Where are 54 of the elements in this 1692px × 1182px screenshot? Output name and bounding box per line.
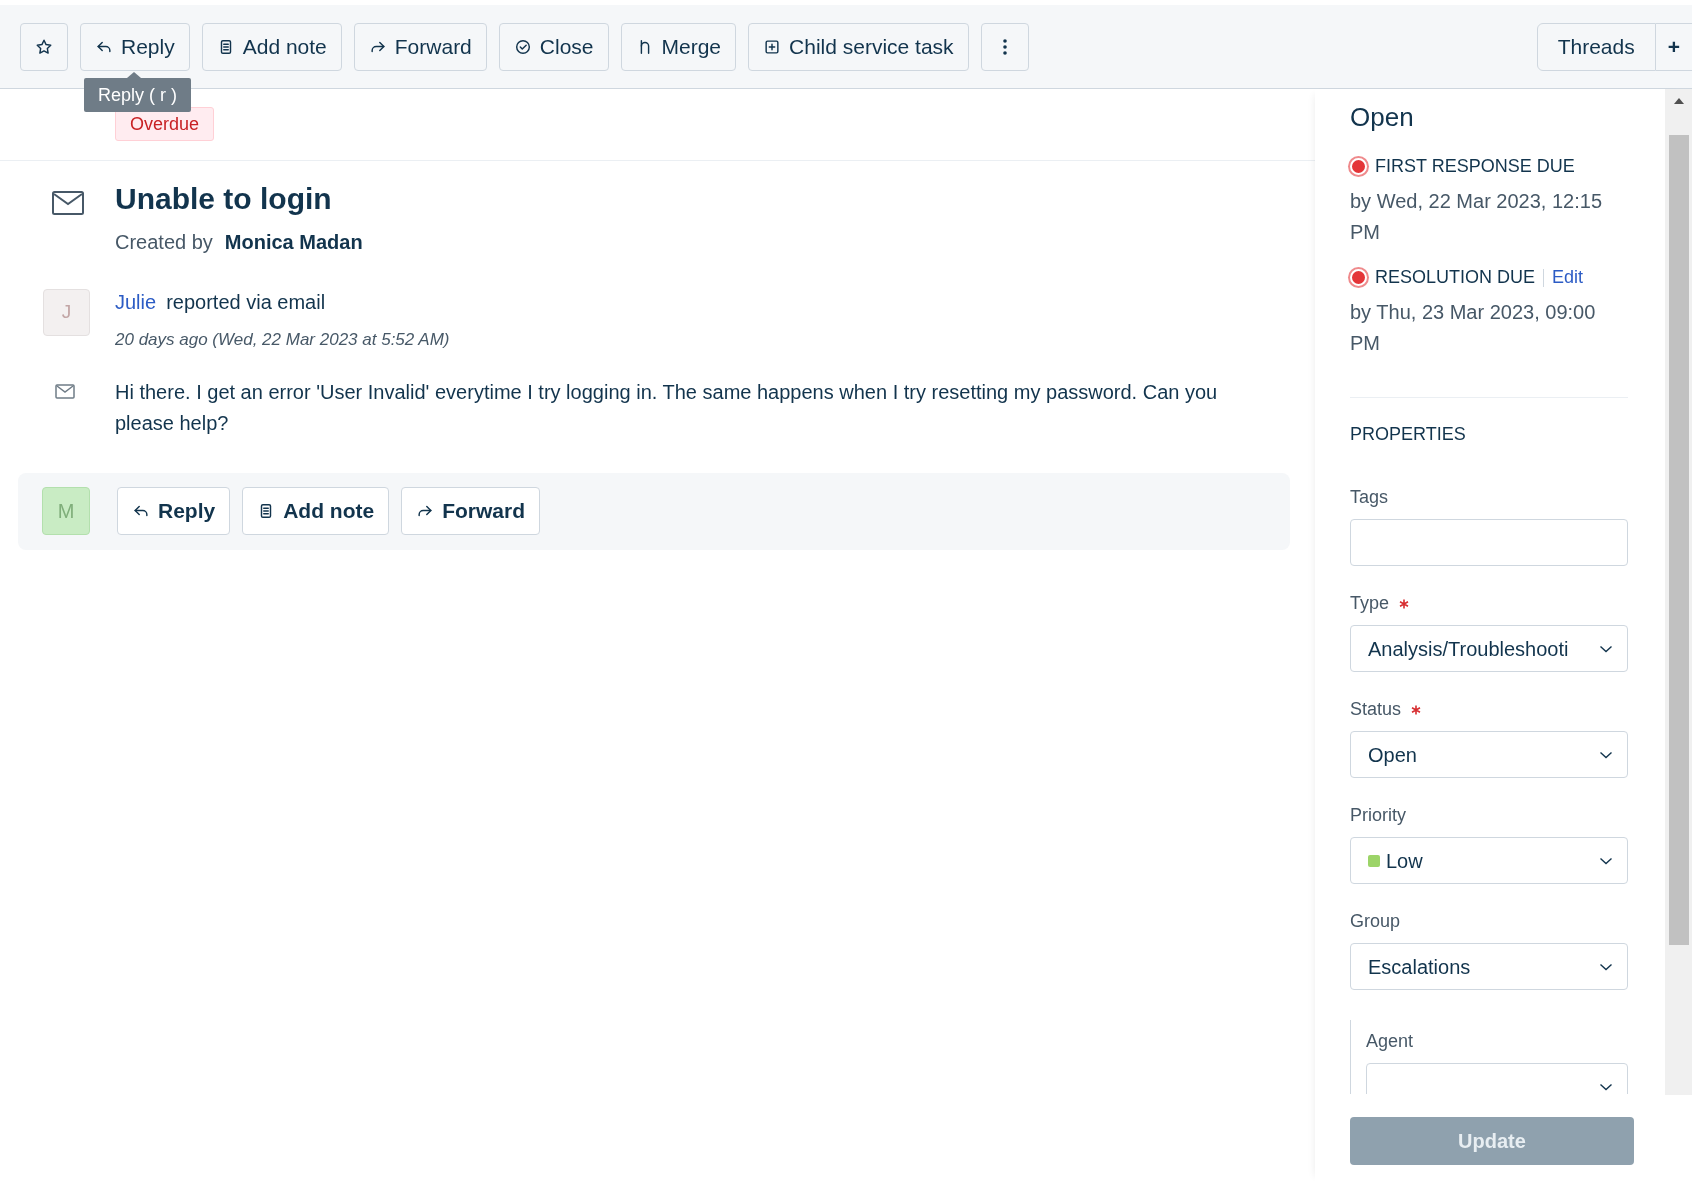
chevron-down-icon	[1599, 644, 1613, 653]
toolbar-button[interactable]: Child service task	[748, 22, 969, 71]
dropdown[interactable]: Analysis/Troubleshooti	[1350, 625, 1628, 672]
avatar: J	[43, 289, 90, 336]
tooltip-pointer	[127, 72, 141, 78]
toolbar-button[interactable]: Reply	[80, 22, 190, 71]
toolbar-button[interactable]: Close	[498, 22, 609, 71]
dropdown[interactable]: Escalations	[1350, 943, 1628, 990]
reply-bar-button[interactable]: Forward	[401, 487, 540, 535]
field-label: Priority	[1350, 804, 1406, 827]
more-button[interactable]	[980, 22, 1029, 71]
field-label: Group	[1350, 910, 1401, 933]
due-date: by Wed, 22 Mar 2023, 12:15 PM	[1350, 189, 1603, 245]
reply-bar-button[interactable]: Reply	[117, 487, 231, 535]
envelope-icon	[55, 383, 75, 399]
toolbar-button[interactable]: Forward	[353, 22, 487, 71]
sla-label: FIRST RESPONSE DUE	[1375, 155, 1575, 178]
creator-name: Monica Madan	[224, 230, 363, 255]
due-date: by Thu, 23 Mar 2023, 09:00 PM	[1350, 300, 1597, 356]
field-label: Status	[1350, 698, 1402, 721]
chevron-down-icon	[1599, 962, 1613, 971]
sender-link[interactable]: Julie	[115, 287, 157, 317]
via-text: reported via email	[166, 290, 326, 315]
chevron-down-icon	[1599, 750, 1613, 759]
sla-label: RESOLUTION DUE	[1375, 266, 1536, 289]
dropdown[interactable]: Low	[1350, 837, 1628, 884]
chevron-down-icon	[1599, 1082, 1613, 1091]
timestamp: 20 days ago (Wed, 22 Mar 2023 at 5:52 AM)	[115, 329, 450, 351]
toolbar-button[interactable]: Merge	[620, 22, 737, 71]
field-label: Tags	[1350, 486, 1389, 509]
section-heading: PROPERTIES	[1350, 423, 1467, 446]
reply-bar-button[interactable]: Add note	[242, 487, 390, 535]
envelope-icon	[52, 191, 84, 215]
tags-field[interactable]	[1350, 519, 1628, 566]
check-circle-icon	[513, 37, 532, 56]
message-body: Hi there. I get an error 'User Invalid' everytime I try logging in. The same happens when I try resetting my password. Can you please help?	[115, 379, 1219, 436]
dropdown[interactable]: Open	[1350, 731, 1628, 778]
threads-tab[interactable]: Threads	[1536, 22, 1656, 71]
add-tab[interactable]: +	[1655, 22, 1692, 71]
toolbar-button[interactable]: Add note	[201, 22, 342, 71]
more-vertical-icon	[1001, 37, 1008, 56]
asterisk-icon	[1399, 598, 1410, 609]
field-label: Agent	[1366, 1030, 1414, 1053]
star-button[interactable]	[20, 22, 68, 71]
ticket-title: Unable to login	[115, 181, 333, 217]
avatar: M	[42, 487, 90, 535]
scroll-up-icon[interactable]	[1673, 98, 1684, 104]
chevron-down-icon	[1599, 856, 1613, 865]
plus-square-icon	[763, 37, 782, 56]
asterisk-icon	[1411, 704, 1422, 715]
field-label: Type	[1350, 592, 1390, 615]
edit-link[interactable]: Edit	[1552, 264, 1584, 291]
created-by-label: Created by	[115, 230, 213, 255]
status-heading: Open	[1350, 101, 1415, 134]
